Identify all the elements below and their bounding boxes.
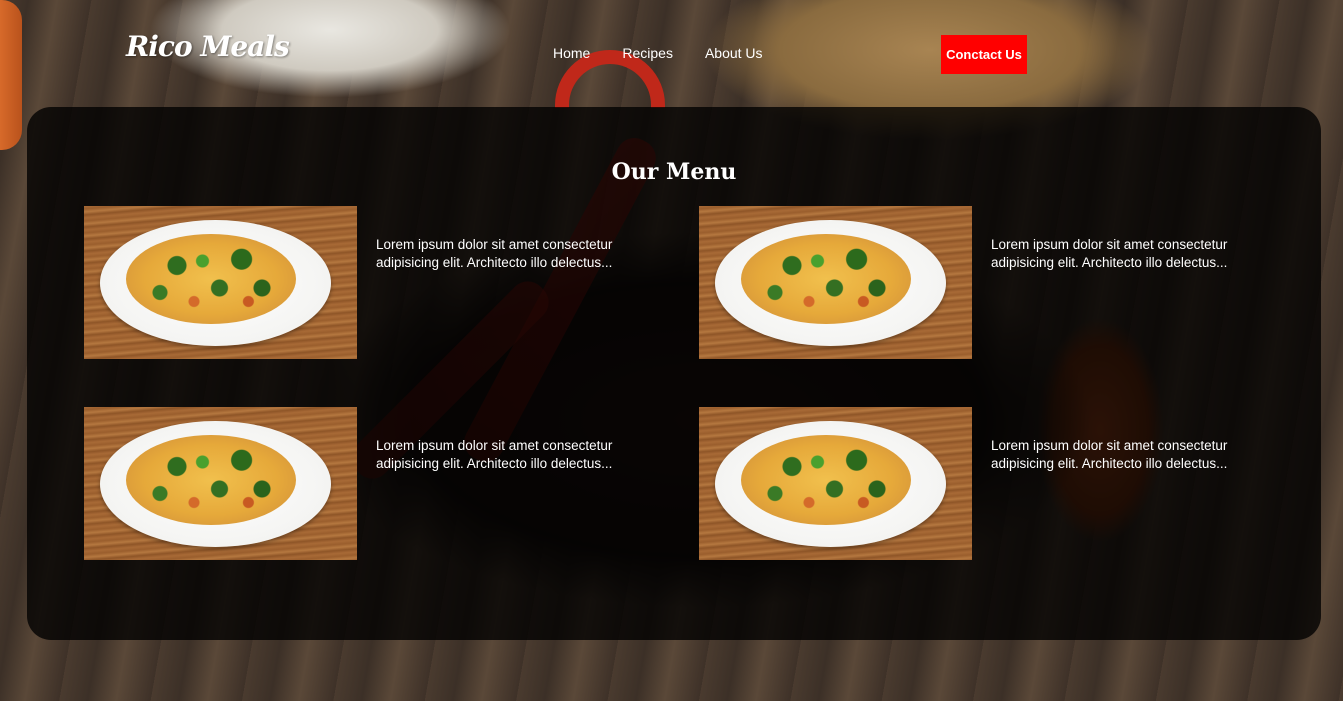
- dish-image: [699, 206, 972, 359]
- nav-link-home[interactable]: Home: [553, 45, 590, 61]
- menu-item: Lorem ipsum dolor sit amet consectetur a…: [84, 206, 626, 359]
- menu-item-description: Lorem ipsum dolor sit amet consectetur a…: [991, 237, 1228, 270]
- nav-link-recipes[interactable]: Recipes: [622, 45, 673, 61]
- menu-item: Lorem ipsum dolor sit amet consectetur a…: [84, 407, 626, 560]
- menu-item-description: Lorem ipsum dolor sit amet consectetur a…: [376, 438, 613, 471]
- dish-image: [84, 206, 357, 359]
- brand-logo[interactable]: Rico Meals: [126, 30, 290, 63]
- pasta-image: [741, 435, 911, 525]
- pasta-image: [741, 234, 911, 324]
- menu-section: Our Menu Lorem ipsum dolor sit amet cons…: [27, 107, 1321, 640]
- navbar: Rico Meals Home Recipes About Us Conctac…: [0, 0, 1343, 107]
- contact-us-button[interactable]: Conctact Us: [941, 35, 1027, 74]
- menu-item: Lorem ipsum dolor sit amet consectetur a…: [699, 407, 1241, 560]
- nav-links: Home Recipes About Us: [553, 45, 763, 61]
- pasta-image: [126, 234, 296, 324]
- menu-item-description: Lorem ipsum dolor sit amet consectetur a…: [991, 438, 1228, 471]
- dish-image: [84, 407, 357, 560]
- nav-link-about-us[interactable]: About Us: [705, 45, 763, 61]
- pasta-image: [126, 435, 296, 525]
- menu-item: Lorem ipsum dolor sit amet consectetur a…: [699, 206, 1241, 359]
- menu-title: Our Menu: [611, 159, 737, 185]
- dish-image: [699, 407, 972, 560]
- menu-item-description: Lorem ipsum dolor sit amet consectetur a…: [376, 237, 613, 270]
